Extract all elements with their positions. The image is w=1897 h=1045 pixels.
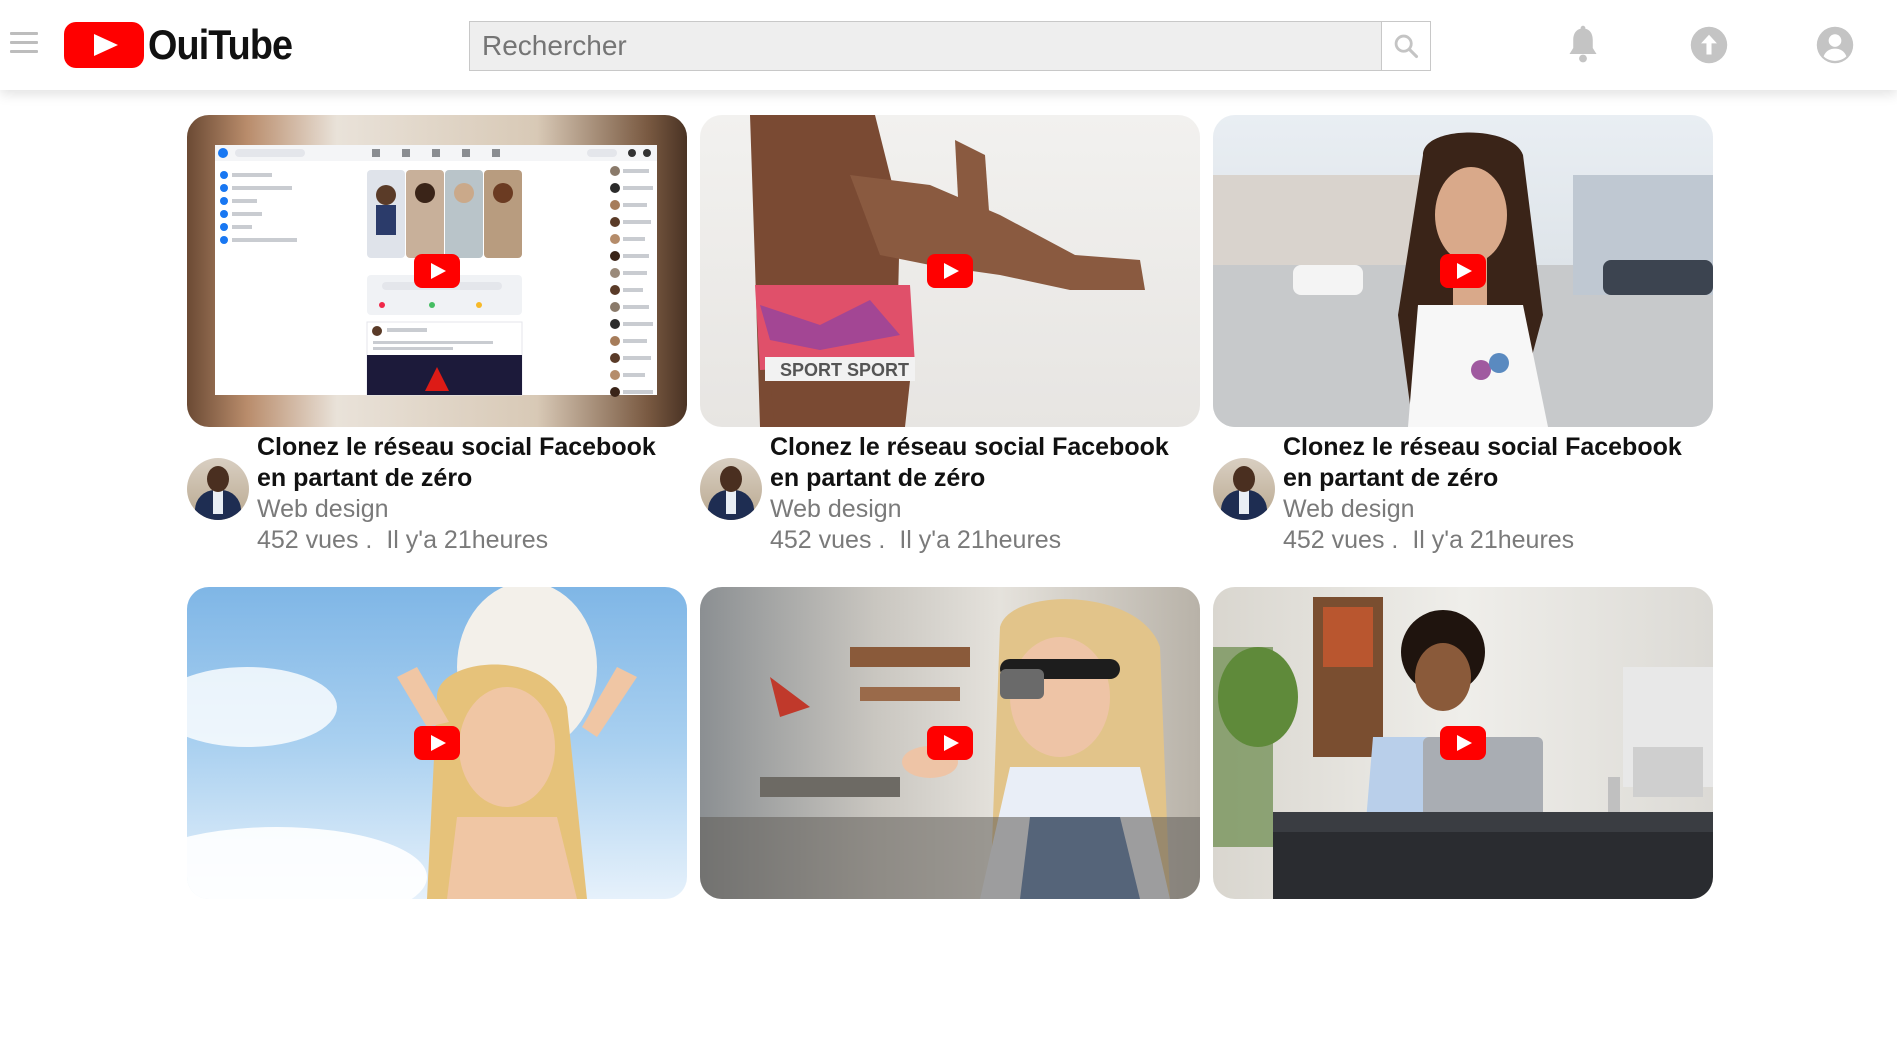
video-card[interactable]: [1213, 587, 1713, 1045]
play-icon[interactable]: [414, 726, 460, 760]
account-button[interactable]: [1815, 25, 1855, 65]
video-meta: Clonez le réseau social Facebook en part…: [700, 432, 1200, 573]
view-count: 452 vues .: [770, 526, 886, 554]
video-info: Clonez le réseau social Facebook en part…: [1283, 432, 1713, 573]
video-thumbnail[interactable]: [1213, 587, 1713, 899]
upload-time: Il y'a 21heures: [386, 526, 549, 554]
video-meta: Clonez le réseau social Facebook en part…: [187, 432, 687, 573]
logo-play-icon: [64, 22, 144, 68]
video-title[interactable]: Clonez le réseau social Facebook en part…: [770, 432, 1200, 494]
search-button[interactable]: [1381, 21, 1431, 71]
video-card[interactable]: Clonez le réseau social Facebook en part…: [1213, 115, 1713, 573]
logo[interactable]: OuiTube: [64, 20, 308, 70]
upload-time: Il y'a 21heures: [899, 526, 1062, 554]
video-thumbnail[interactable]: [187, 115, 687, 427]
play-icon[interactable]: [1440, 254, 1486, 288]
menu-icon[interactable]: [10, 32, 38, 56]
channel-avatar[interactable]: [700, 458, 762, 520]
view-count: 452 vues .: [1283, 526, 1399, 554]
video-card[interactable]: SPORT SPORT Clonez le réseau social Face…: [700, 115, 1200, 573]
video-card[interactable]: [700, 587, 1200, 1045]
upload-time: Il y'a 21heures: [1412, 526, 1575, 554]
video-meta: [700, 904, 1200, 1045]
search-input[interactable]: [469, 21, 1381, 71]
upload-button[interactable]: [1689, 25, 1729, 65]
video-info: Clonez le réseau social Facebook en part…: [770, 432, 1200, 573]
channel-name[interactable]: Web design: [257, 494, 687, 525]
video-meta: [1213, 904, 1713, 1045]
video-card[interactable]: Clonez le réseau social Facebook en part…: [187, 115, 687, 573]
bell-icon: [1569, 25, 1597, 63]
logo-text: OuiTube: [148, 21, 293, 68]
search-bar: [469, 21, 1431, 71]
play-icon[interactable]: [927, 726, 973, 760]
play-icon[interactable]: [1440, 726, 1486, 760]
video-thumbnail[interactable]: [187, 587, 687, 899]
channel-avatar[interactable]: [1213, 458, 1275, 520]
video-meta: Clonez le réseau social Facebook en part…: [1213, 432, 1713, 573]
search-icon: [1394, 34, 1419, 59]
video-meta: [187, 904, 687, 1045]
video-title[interactable]: Clonez le réseau social Facebook en part…: [1283, 432, 1713, 494]
channel-name[interactable]: Web design: [1283, 494, 1713, 525]
video-thumbnail[interactable]: SPORT SPORT: [700, 115, 1200, 427]
view-count: 452 vues .: [257, 526, 373, 554]
video-card[interactable]: [187, 587, 687, 1045]
play-icon[interactable]: [414, 254, 460, 288]
video-info: Clonez le réseau social Facebook en part…: [257, 432, 687, 573]
video-title[interactable]: Clonez le réseau social Facebook en part…: [257, 432, 687, 494]
play-icon[interactable]: [927, 254, 973, 288]
channel-name[interactable]: Web design: [770, 494, 1200, 525]
video-thumbnail[interactable]: [1213, 115, 1713, 427]
video-grid: Clonez le réseau social Facebook en part…: [187, 115, 1713, 1045]
video-stats: 452 vues . Il y'a 21heures: [770, 525, 1200, 556]
top-header: OuiTube: [0, 0, 1897, 90]
video-thumbnail[interactable]: [700, 587, 1200, 899]
svg-text:SPORT SPORT: SPORT SPORT: [780, 360, 909, 380]
video-stats: 452 vues . Il y'a 21heures: [1283, 525, 1713, 556]
video-stats: 452 vues . Il y'a 21heures: [257, 525, 687, 556]
upload-icon: [1690, 26, 1728, 64]
channel-avatar[interactable]: [187, 458, 249, 520]
notifications-button[interactable]: [1563, 25, 1603, 65]
account-icon: [1816, 26, 1854, 64]
